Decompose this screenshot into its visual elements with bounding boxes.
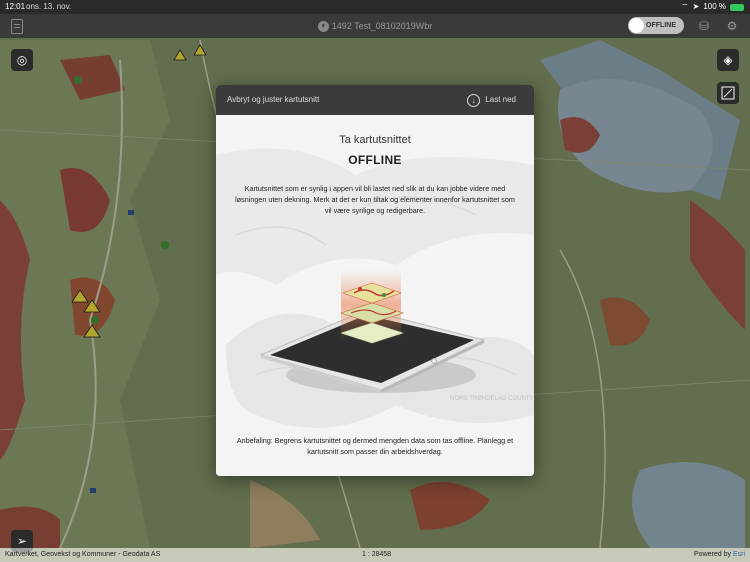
cancel-adjust-button[interactable]: Avbryt og juster kartutsnitt	[227, 85, 319, 115]
dialog-description: Kartutsnittet som er synlig i appen vil …	[235, 184, 515, 215]
download-label: Last ned	[485, 95, 516, 104]
powered-prefix: Powered by	[694, 551, 733, 558]
top-navbar: ▾ 1492 Test_08102019Wbr OFFLINE ⛁ ⚙	[0, 14, 750, 38]
dialog-body: NORD TRØNDELAG COUNTY Ta kartutsnittet O…	[216, 115, 534, 476]
extent-icon	[721, 86, 735, 100]
status-date: ons. 13. nov.	[26, 2, 72, 11]
chevron-down-icon: ▾	[317, 21, 329, 33]
dialog-subtitle: OFFLINE	[348, 153, 402, 167]
database-sync-icon[interactable]: ⛁	[698, 20, 710, 32]
gear-icon[interactable]: ⚙	[726, 20, 738, 32]
esri-link[interactable]: Esri	[733, 551, 745, 558]
basemap-button[interactable]: ◎	[11, 49, 33, 71]
battery-icon	[730, 3, 744, 11]
locate-arrow-icon: ➢	[16, 534, 28, 548]
offline-map-dialog: Avbryt og juster kartutsnitt ↓ Last ned …	[216, 85, 534, 476]
offline-toggle-label: OFFLINE	[646, 22, 676, 29]
layers-button[interactable]: ◈	[717, 49, 739, 71]
attribution-credits: Kartverket, Geovekst og Kommuner - Geoda…	[5, 551, 161, 558]
battery-percent: 100 %	[703, 2, 726, 11]
download-icon: ↓	[467, 93, 481, 107]
dialog-title: Ta kartutsnittet	[339, 134, 411, 146]
offline-toggle[interactable]: OFFLINE	[628, 17, 684, 34]
status-bar: 12:01 ons. 13. nov. ⌔ ➤ 100 %	[0, 0, 750, 14]
powered-by: Powered by Esri	[694, 548, 745, 562]
dialog-header: Avbryt og juster kartutsnitt ↓ Last ned	[216, 85, 534, 115]
download-button[interactable]: ↓ Last ned	[467, 85, 516, 115]
status-right: ⌔ ➤ 100 %	[681, 0, 744, 14]
wifi-icon: ⌔	[681, 2, 689, 11]
map-attribution: Kartverket, Geovekst og Kommuner - Geoda…	[0, 548, 750, 562]
extent-button[interactable]	[717, 82, 739, 104]
layers-icon: ◈	[723, 53, 733, 67]
basemap-icon: ◎	[16, 53, 28, 67]
map-scale: 1 : 28458	[362, 551, 392, 558]
location-icon: ➤	[692, 2, 700, 11]
toggle-knob	[629, 18, 644, 33]
project-title-text: 1492 Test_08102019Wbr	[331, 21, 433, 31]
tablet-offline-illustration	[259, 270, 486, 393]
dialog-recommendation: Anbefaling: Begrens kartutsnittet og der…	[236, 436, 514, 456]
status-time: 12:01	[5, 2, 26, 11]
